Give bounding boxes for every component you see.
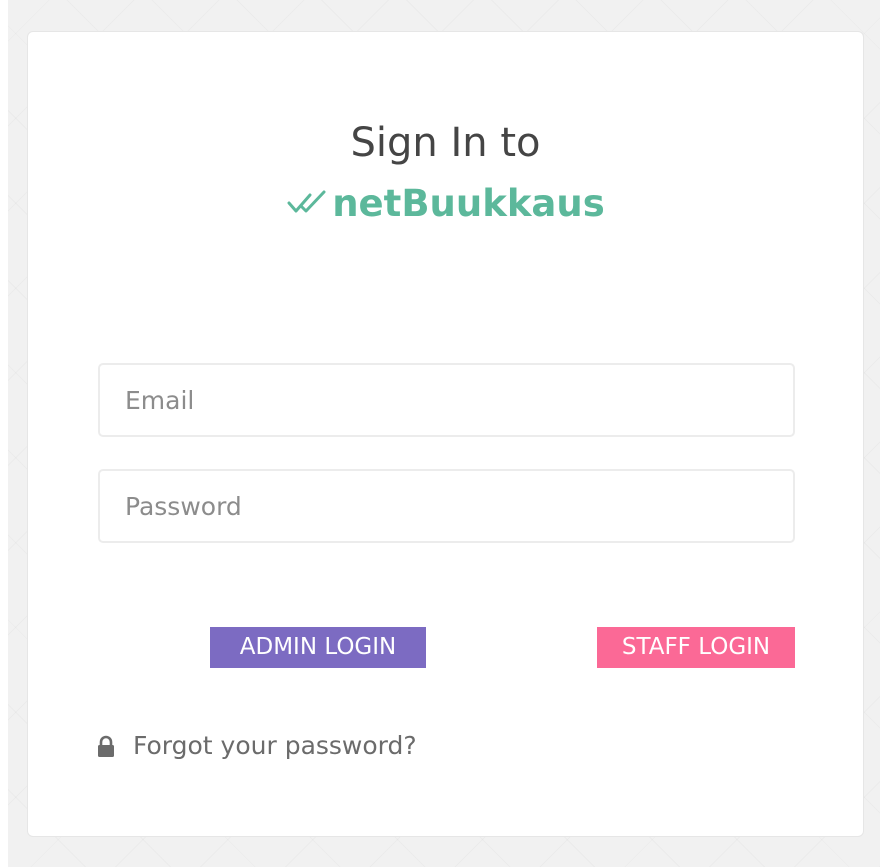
page-edge xyxy=(0,0,8,867)
admin-login-button[interactable]: ADMIN LOGIN xyxy=(210,627,426,668)
brand-name: netBuukkaus xyxy=(332,182,605,225)
lock-icon xyxy=(98,735,114,757)
forgot-password-label: Forgot your password? xyxy=(133,731,417,760)
login-card: Sign In to netBuukkaus ADMIN LOGIN STAFF… xyxy=(27,31,864,837)
password-field[interactable] xyxy=(98,469,795,543)
page-title: Sign In to xyxy=(350,120,541,166)
double-check-icon xyxy=(287,190,326,213)
forgot-password-link[interactable]: Forgot your password? xyxy=(96,731,417,760)
staff-login-button[interactable]: STAFF LOGIN xyxy=(597,627,795,668)
brand-logo: netBuukkaus xyxy=(28,178,863,230)
email-field[interactable] xyxy=(98,363,795,437)
